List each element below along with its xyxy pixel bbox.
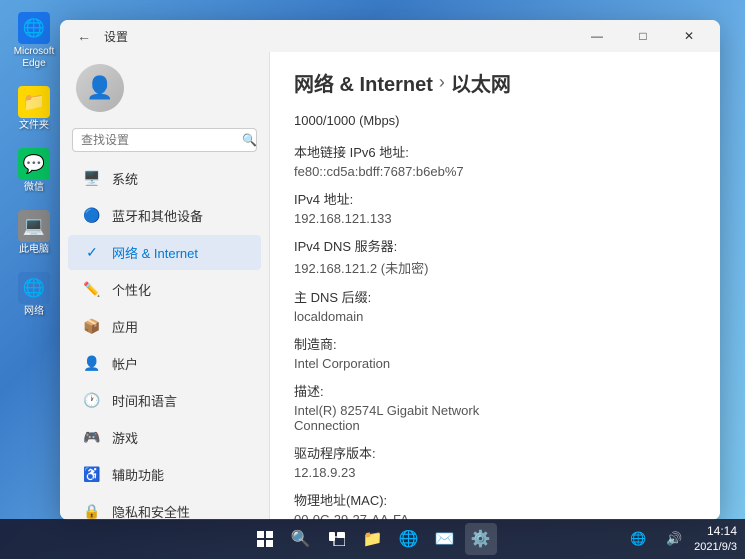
avatar-inner: 👤 <box>76 64 124 112</box>
privacy-icon: 🔒 <box>84 504 100 520</box>
taskbar-settings-button[interactable]: ⚙️ <box>465 523 497 555</box>
apps-icon: 📦 <box>84 319 100 335</box>
desktop-icon-files[interactable]: 📁 文件夹 <box>8 82 60 136</box>
network-icon: ✓ <box>84 245 100 261</box>
dns-label: IPv4 DNS 服务器: <box>294 236 696 255</box>
sidebar-item-network-label: 网络 & Internet <box>112 243 198 262</box>
sidebar-item-gaming-label: 游戏 <box>112 428 138 447</box>
sidebar: 👤 🔍 🖥️ 系统 🔵 蓝牙和其他设备 <box>60 52 270 520</box>
gaming-icon: 🎮 <box>84 430 100 446</box>
title-bar-left: ← 设置 <box>72 24 128 48</box>
sidebar-item-network[interactable]: ✓ 网络 & Internet <box>68 235 261 270</box>
minimize-button[interactable]: — <box>574 20 620 52</box>
maximize-button[interactable]: □ <box>620 20 666 52</box>
description-value: Intel(R) 82574L Gigabit NetworkConnectio… <box>294 403 696 433</box>
settings-window: ← 设置 — □ ✕ 👤 <box>60 20 720 520</box>
description-label: 描述: <box>294 381 696 400</box>
search-input[interactable] <box>81 133 236 147</box>
desktop: 🌐 MicrosoftEdge 📁 文件夹 💬 微信 💻 此电脑 🌐 <box>0 0 745 559</box>
breadcrumb-parent: 网络 & Internet <box>294 68 433 97</box>
system-icon: 🖥️ <box>84 171 100 187</box>
taskbar-right: 🌐 🔊 14:14 2021/9/3 <box>622 523 737 555</box>
driver-label: 驱动程序版本: <box>294 443 696 462</box>
desktop-icon-wechat[interactable]: 💬 微信 <box>8 144 60 198</box>
ipv6-label: 本地链接 IPv6 地址: <box>294 142 696 161</box>
taskbar-network-icon[interactable]: 🌐 <box>622 523 654 555</box>
ipv6-value: fe80::cd5a:bdff:7687:b6eb%7 <box>294 164 696 179</box>
breadcrumb-current: 以太网 <box>451 68 511 97</box>
ipv4-value: 192.168.121.133 <box>294 211 696 226</box>
sidebar-item-accounts[interactable]: 👤 帐户 <box>68 346 261 381</box>
breadcrumb-separator: › <box>439 72 445 93</box>
sidebar-item-personalization[interactable]: ✏️ 个性化 <box>68 272 261 307</box>
search-box[interactable]: 🔍 <box>72 128 257 152</box>
personalization-icon: ✏️ <box>84 282 100 298</box>
ipv4-label: IPv4 地址: <box>294 189 696 208</box>
sidebar-item-system-label: 系统 <box>112 169 138 188</box>
main-header: 网络 & Internet › 以太网 <box>270 52 720 105</box>
accessibility-icon: ♿ <box>84 467 100 483</box>
speed-value: 1000/1000 (Mbps) <box>294 113 696 128</box>
taskbar-edge-button[interactable]: 🌐 <box>393 523 425 555</box>
taskbar-date-value: 2021/9/3 <box>694 540 737 554</box>
window-controls: — □ ✕ <box>574 20 712 52</box>
sidebar-item-accessibility[interactable]: ♿ 辅助功能 <box>68 457 261 492</box>
taskbar-center: 🔍 📁 🌐 ✉️ ⚙️ <box>249 523 497 555</box>
desktop-icons-container: 🌐 MicrosoftEdge 📁 文件夹 💬 微信 💻 此电脑 🌐 <box>8 8 60 322</box>
desktop-icon-wechat-label: 微信 <box>24 182 44 194</box>
desktop-icon-edge[interactable]: 🌐 MicrosoftEdge <box>8 8 60 74</box>
sidebar-item-time-label: 时间和语言 <box>112 391 177 410</box>
taskbar: 🔍 📁 🌐 ✉️ ⚙️ 🌐 🔊 14:14 2021/9/3 <box>0 519 745 559</box>
settings-body: 👤 🔍 🖥️ 系统 🔵 蓝牙和其他设备 <box>60 52 720 520</box>
driver-value: 12.18.9.23 <box>294 465 696 480</box>
sidebar-item-gaming[interactable]: 🎮 游戏 <box>68 420 261 455</box>
main-content: 网络 & Internet › 以太网 1000/1000 (Mbps) 本地链… <box>270 52 720 520</box>
title-bar: ← 设置 — □ ✕ <box>60 20 720 52</box>
primary-dns-label: 主 DNS 后缀: <box>294 287 696 306</box>
search-icon: 🔍 <box>242 133 257 147</box>
sidebar-item-privacy-label: 隐私和安全性 <box>112 502 190 520</box>
sidebar-item-bluetooth[interactable]: 🔵 蓝牙和其他设备 <box>68 198 261 233</box>
primary-dns-value: localdomain <box>294 309 696 324</box>
taskbar-volume-icon[interactable]: 🔊 <box>658 523 690 555</box>
info-section: 1000/1000 (Mbps) 本地链接 IPv6 地址: fe80::cd5… <box>294 113 696 520</box>
desktop-icon-network-label: 网络 <box>24 306 44 318</box>
taskbar-taskview-button[interactable] <box>321 523 353 555</box>
mac-label: 物理地址(MAC): <box>294 490 696 509</box>
dns-value: 192.168.121.2 (未加密) <box>294 258 696 277</box>
desktop-icon-pc-label: 此电脑 <box>19 244 49 256</box>
close-button[interactable]: ✕ <box>666 20 712 52</box>
sidebar-item-privacy[interactable]: 🔒 隐私和安全性 <box>68 494 261 520</box>
back-button[interactable]: ← <box>72 24 96 48</box>
bluetooth-icon: 🔵 <box>84 208 100 224</box>
taskbar-clock[interactable]: 14:14 2021/9/3 <box>694 524 737 554</box>
manufacturer-value: Intel Corporation <box>294 356 696 371</box>
taskbar-time-value: 14:14 <box>694 524 737 540</box>
user-profile: 👤 <box>60 52 269 124</box>
taskbar-start-button[interactable] <box>249 523 281 555</box>
main-scroll[interactable]: 1000/1000 (Mbps) 本地链接 IPv6 地址: fe80::cd5… <box>270 105 720 520</box>
sidebar-item-time[interactable]: 🕐 时间和语言 <box>68 383 261 418</box>
sidebar-item-accounts-label: 帐户 <box>112 354 138 373</box>
sidebar-item-personalization-label: 个性化 <box>112 280 151 299</box>
taskbar-mail-button[interactable]: ✉️ <box>429 523 461 555</box>
sidebar-item-accessibility-label: 辅助功能 <box>112 465 164 484</box>
avatar: 👤 <box>76 64 124 112</box>
time-icon: 🕐 <box>84 393 100 409</box>
sidebar-item-system[interactable]: 🖥️ 系统 <box>68 161 261 196</box>
taskbar-explorer-button[interactable]: 📁 <box>357 523 389 555</box>
sidebar-item-apps[interactable]: 📦 应用 <box>68 309 261 344</box>
taskbar-search-button[interactable]: 🔍 <box>285 523 317 555</box>
desktop-icon-network[interactable]: 🌐 网络 <box>8 268 60 322</box>
window-title: 设置 <box>104 28 128 45</box>
desktop-icon-edge-label: MicrosoftEdge <box>14 46 55 70</box>
sidebar-item-bluetooth-label: 蓝牙和其他设备 <box>112 206 203 225</box>
accounts-icon: 👤 <box>84 356 100 372</box>
desktop-icon-pc[interactable]: 💻 此电脑 <box>8 206 60 260</box>
manufacturer-label: 制造商: <box>294 334 696 353</box>
sidebar-item-apps-label: 应用 <box>112 317 138 336</box>
desktop-icon-files-label: 文件夹 <box>19 120 49 132</box>
